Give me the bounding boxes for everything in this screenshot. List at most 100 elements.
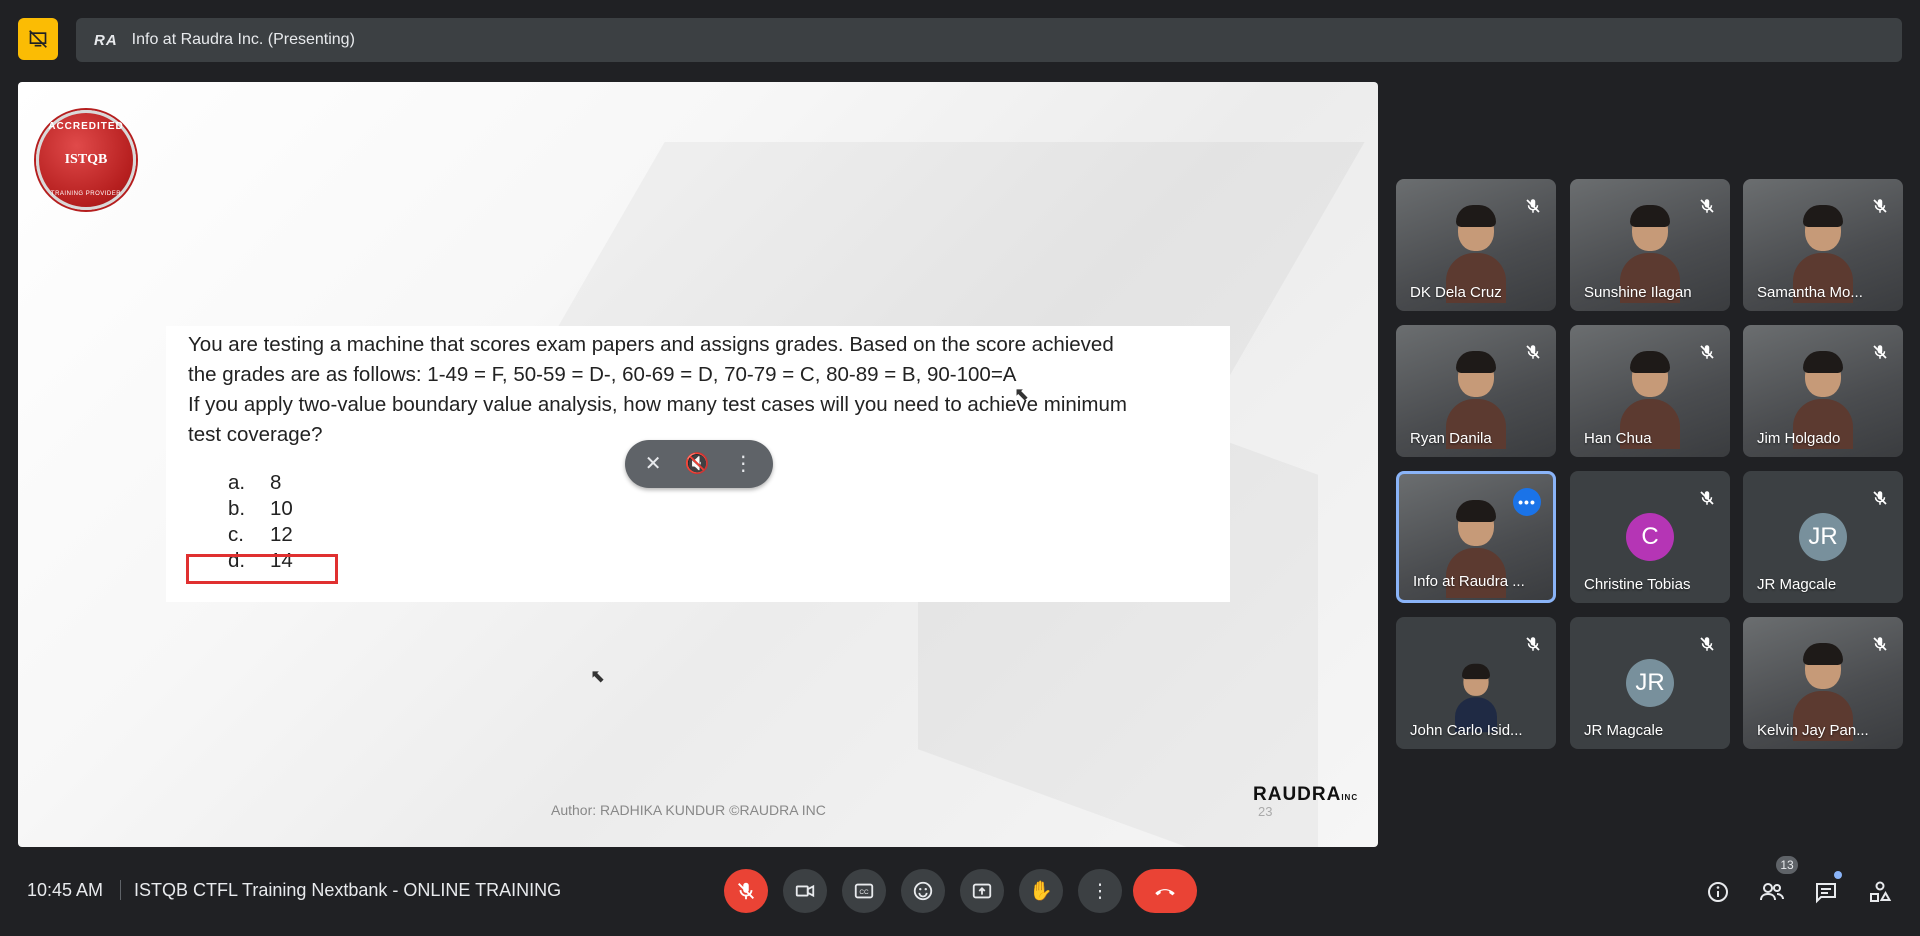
question-line: If you apply two-value boundary value an… [188, 393, 1127, 416]
mic-muted-icon [1869, 633, 1891, 655]
participant-video-feed [1455, 663, 1497, 733]
hide-presentation-icon [29, 30, 47, 48]
participant-name: JR Magcale [1584, 722, 1664, 739]
mic-muted-icon [1869, 341, 1891, 363]
slide-author: Author: RADHIKA KUNDUR ©RAUDRA INC [551, 802, 826, 818]
raise-hand-button[interactable]: ✋ [1019, 869, 1063, 913]
raudra-logo: RAUDRAINC [1253, 784, 1358, 806]
participant-name: Samantha Mo... [1757, 284, 1863, 301]
participant-tile[interactable]: Jim Holgado [1743, 325, 1903, 457]
chat-icon [1816, 883, 1836, 904]
question-line: the grades are as follows: 1-49 = F, 50-… [188, 363, 1017, 386]
end-call-icon [1155, 889, 1175, 896]
meeting-title: ISTQB CTFL Training Nextbank - ONLINE TR… [134, 880, 562, 900]
reactions-button[interactable] [901, 869, 945, 913]
participant-tile[interactable]: Sunshine Ilagan [1570, 179, 1730, 311]
mic-muted-icon [1522, 341, 1544, 363]
pin-off-icon[interactable]: ✕ [645, 454, 662, 474]
participant-count-badge: 13 [1776, 856, 1798, 874]
clock: 10:45 AM [27, 880, 104, 900]
presenter-floating-controls: ✕ 🔇 ⋮ [625, 440, 773, 488]
speaker-off-icon[interactable]: 🔇 [685, 454, 710, 474]
hide-presentation-button[interactable] [18, 18, 58, 60]
option-letter: b. [228, 497, 246, 520]
badge-bottom-text: TRAINING PROVIDER [50, 191, 122, 197]
answer-option: d. 14 [228, 548, 1208, 574]
mic-button[interactable] [724, 869, 768, 913]
divider [120, 880, 121, 900]
participant-tile[interactable]: C Christine Tobias [1570, 471, 1730, 603]
mic-muted-icon [1696, 195, 1718, 217]
participant-tile[interactable]: John Carlo Isid... [1396, 617, 1556, 749]
more-vert-icon[interactable]: ⋮ [733, 454, 753, 474]
mic-off-icon [738, 882, 754, 900]
info-icon [1708, 882, 1728, 902]
mouse-cursor-icon: ⬉ [1014, 384, 1030, 404]
presenter-logo: RA [94, 31, 118, 49]
participant-name: Sunshine Ilagan [1584, 284, 1692, 301]
camera-icon [795, 884, 815, 898]
brand-text: RAUDRA [1253, 784, 1342, 805]
new-message-dot [1834, 871, 1842, 879]
badge-top-text: ACCREDITED [48, 121, 124, 132]
leave-call-button[interactable] [1133, 869, 1197, 913]
captions-button[interactable]: CC [842, 869, 886, 913]
istqb-accredited-badge: ACCREDITED ISTQB TRAINING PROVIDER [36, 110, 136, 210]
svg-text:CC: CC [859, 889, 869, 896]
answer-option: c. 12 [228, 522, 1208, 548]
participant-tile[interactable]: Han Chua [1570, 325, 1730, 457]
participant-tile[interactable]: Kelvin Jay Pan... [1743, 617, 1903, 749]
activities-button[interactable] [1864, 876, 1896, 908]
presenting-banner: RA Info at Raudra Inc. (Presenting) [76, 18, 1902, 62]
mic-muted-icon [1522, 195, 1544, 217]
raise-hand-icon: ✋ [1029, 880, 1053, 902]
avatar: JR [1626, 659, 1674, 707]
more-options-icon: ⋮ [1090, 880, 1110, 902]
option-value: 12 [270, 523, 293, 546]
emoji-icon [913, 881, 933, 901]
participant-name: Jim Holgado [1757, 430, 1841, 447]
presentation-stage: ACCREDITED ISTQB TRAINING PROVIDER You a… [18, 82, 1378, 847]
option-value: 10 [270, 497, 293, 520]
participant-name: Info at Raudra ... [1413, 573, 1525, 590]
option-letter: a. [228, 471, 246, 494]
mic-muted-icon [1696, 633, 1718, 655]
participant-tile[interactable]: Samantha Mo... [1743, 179, 1903, 311]
present-now-button[interactable] [960, 869, 1004, 913]
meeting-details-button[interactable] [1702, 876, 1734, 908]
option-letter: c. [228, 523, 244, 546]
participant-name: JR Magcale [1757, 576, 1837, 593]
participant-name: Han Chua [1584, 430, 1652, 447]
correct-answer-highlight [186, 554, 338, 584]
option-value: 8 [270, 471, 282, 494]
more-options-button[interactable]: ⋮ [1078, 869, 1122, 913]
participant-name: DK Dela Cruz [1410, 284, 1502, 301]
people-icon [1760, 883, 1784, 901]
presenting-title: Info at Raudra Inc. (Presenting) [131, 31, 355, 48]
participant-name: Kelvin Jay Pan... [1757, 722, 1869, 739]
avatar: C [1626, 513, 1674, 561]
participant-tile[interactable]: JR JR Magcale [1570, 617, 1730, 749]
people-button[interactable] [1756, 876, 1788, 908]
question-line: You are testing a machine that scores ex… [188, 333, 1114, 356]
mouse-cursor-icon: ⬉ [590, 666, 606, 686]
activities-icon [1870, 881, 1892, 902]
chat-button[interactable] [1810, 876, 1842, 908]
mic-muted-icon [1696, 487, 1718, 509]
present-icon [972, 883, 992, 899]
badge-middle-text: ISTQB [64, 152, 108, 167]
participant-name: Ryan Danila [1410, 430, 1492, 447]
tile-more-options-icon[interactable]: ••• [1513, 488, 1541, 516]
mic-muted-icon [1696, 341, 1718, 363]
participant-tile[interactable]: JR JR Magcale [1743, 471, 1903, 603]
avatar: JR [1799, 513, 1847, 561]
mic-muted-icon [1522, 633, 1544, 655]
slide-page-number: 23 [1258, 804, 1273, 819]
participant-tile[interactable]: ••• Info at Raudra ... [1396, 471, 1556, 603]
answer-option: b. 10 [228, 496, 1208, 522]
participant-tile[interactable]: DK Dela Cruz [1396, 179, 1556, 311]
participant-name: Christine Tobias [1584, 576, 1691, 593]
camera-button[interactable] [783, 869, 827, 913]
brand-suffix: INC [1341, 793, 1359, 802]
participant-tile[interactable]: Ryan Danila [1396, 325, 1556, 457]
